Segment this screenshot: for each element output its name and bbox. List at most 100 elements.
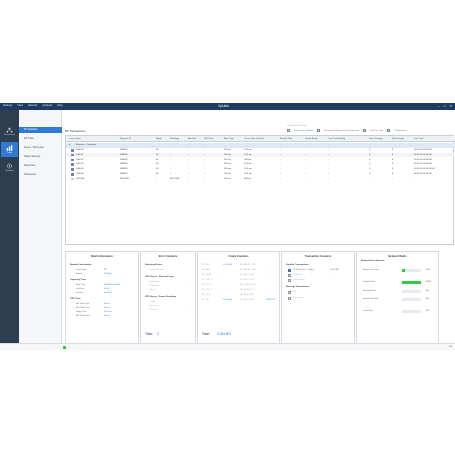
frame-counter-value: 1,262,466 — [223, 299, 232, 301]
frame-counter-value: – — [223, 274, 225, 276]
menu-analysis[interactable]: Analysis — [42, 104, 52, 108]
radio-meter-label: Payload Rate — [363, 281, 376, 283]
variable-icon — [71, 173, 74, 176]
group-toggle-icon[interactable]: ▾ — [69, 143, 70, 148]
subnav-rf-statistics[interactable]: RF Statistics — [19, 127, 62, 133]
menu-help[interactable]: Help — [57, 104, 62, 108]
row-data-changes: – — [369, 177, 371, 180]
col-last-time[interactable]: Last Time — [414, 136, 423, 142]
variable-icon — [71, 149, 74, 152]
menu-network[interactable]: Network — [28, 104, 38, 108]
nav-transceivers[interactable]: Transceivers — [1, 124, 18, 139]
maximize-button[interactable]: □ — [444, 104, 446, 108]
radio-meter-label: Timer Rate — [363, 310, 373, 312]
col-partial-reply[interactable]: Partial Reply — [305, 136, 317, 142]
variable-icon — [71, 158, 74, 162]
message-transactions-heading: Message Transactions — [286, 286, 310, 288]
process-time-checkbox[interactable] — [363, 129, 367, 132]
timeout-label: Time Out — [149, 309, 158, 311]
pv-reference-checkbox[interactable] — [288, 268, 291, 272]
checksum-label: Checksum — [149, 305, 159, 307]
performance-label: Performance — [394, 129, 407, 132]
critical-read-checkbox[interactable] — [288, 278, 291, 282]
frame-counter-name: RF_TGL_2 — [202, 284, 212, 286]
network-radio-title: Network Radio — [388, 255, 407, 258]
error-counters-panel: Error Counters Detecting Errors Interfer… — [140, 251, 196, 344]
col-transaction[interactable]: Transaction — [69, 136, 80, 142]
col-retried-time[interactable]: Retried Time — [280, 136, 292, 142]
frame-counter-name: RF_EXTENT_1 — [240, 289, 254, 291]
error-total-value: 0 — [157, 332, 159, 336]
variable-icon — [71, 177, 74, 181]
row-ack-fail: – — [188, 177, 190, 180]
menu-settings[interactable]: Settings — [3, 104, 12, 108]
min-reply-time-value: 40 ms — [104, 315, 110, 317]
pv-reference-label: PV Reference + Output — [293, 269, 314, 271]
length-label: Length — [149, 301, 156, 303]
transaction-validity-label: Transaction Validity — [294, 129, 313, 132]
frame-counter-name: RF_SEQ_ERR2 — [240, 299, 255, 301]
subnav-parameters[interactable]: Parameters — [19, 172, 62, 178]
variable-icon — [71, 153, 74, 157]
desktop-background: Settings View Network Analysis Help VpLa… — [0, 0, 455, 455]
nav-traffic-label: Traffic — [6, 151, 13, 154]
timeout-value: – — [185, 309, 187, 311]
col-data-length[interactable]: Data Length — [392, 136, 404, 142]
frame-counter-name: RF_SEQ_ERR — [240, 294, 254, 296]
col-ack-fail[interactable]: Ack-Fail — [188, 136, 196, 142]
col-crc-fail[interactable]: CRC Fail — [204, 136, 213, 142]
speed-label: Speed — [76, 273, 82, 275]
duration-label: Duration — [76, 292, 84, 294]
radio-meter-bar — [402, 289, 421, 293]
col-reply[interactable]: Reply — [156, 136, 162, 142]
subnav-resources[interactable]: Resources — [19, 163, 62, 169]
pv-reference-value: 1,262,466 — [330, 269, 339, 271]
sca-read-checkbox[interactable] — [288, 273, 291, 277]
connection-status-icon — [63, 346, 66, 349]
minimize-button[interactable]: – — [438, 104, 440, 108]
frame-counter-value: – — [266, 264, 268, 266]
subnav-station-enquiry[interactable]: Station Enquiry — [19, 154, 62, 160]
idle-checkbox[interactable] — [288, 290, 291, 294]
last-receive-link[interactable]: Last Receive on Wire — [287, 125, 307, 127]
variable-transactions-heading: Variable Transactions — [286, 264, 309, 266]
col-no-reply[interactable]: No-Reply — [170, 136, 179, 142]
min-reply-time-label: Min Reply Time — [76, 315, 90, 317]
table-row[interactable]: Vol7D0X 4PF77B7 – 4PF77B6 – – 118 ms 368 ms – – – –… — [66, 177, 455, 182]
radio-meter-bar — [402, 280, 421, 284]
row-request-id: 4PF77B7 — [120, 177, 130, 180]
group-label: Ethernet – Overview — [76, 144, 96, 146]
radio-meter-percent: 15% — [426, 269, 431, 271]
subnav-async[interactable]: Async - Show plus — [19, 145, 62, 151]
col-data-changes[interactable]: Data Changes — [369, 136, 383, 142]
row-reply: – — [156, 177, 158, 180]
section-title: RF Transactions — [65, 129, 86, 133]
col-last-partial-reply[interactable]: Last Partial Reply — [328, 136, 345, 142]
frame-counter-name: RF_FREE_BUFS — [240, 284, 256, 286]
application-window: Settings View Network Analysis Help VpLa… — [0, 103, 455, 350]
table-group-row[interactable]: ▾ Ethernet – Overview — [66, 143, 455, 148]
respond-request-checkbox[interactable] — [316, 129, 320, 132]
capturing-time-heading: Capturing Time — [70, 279, 87, 281]
transaction-validity-checkbox[interactable] — [287, 129, 290, 132]
transaction-counters-panel: Transaction Counters Variable Transactio… — [281, 251, 355, 344]
nav-traffic[interactable]: Traffic — [1, 142, 18, 157]
frame-counter-name: RF_SLOT — [202, 294, 212, 296]
title-bar: Settings View Network Analysis Help VpLa… — [0, 103, 455, 110]
frame-counter-name: RF_TGL_1 — [202, 279, 212, 281]
network-information-heading: Network Information — [70, 264, 92, 266]
col-duration[interactable]: Transaction Duration — [244, 136, 264, 142]
frame-total-value: 9,383,807 — [217, 332, 232, 336]
col-request-id[interactable]: Request ID — [120, 136, 131, 142]
subnav-rf-trace[interactable]: RF Trace — [19, 136, 62, 142]
checksum-value: – — [185, 305, 187, 307]
close-button[interactable]: ✕ — [449, 104, 452, 108]
variable-icon — [71, 163, 74, 166]
nav-operators[interactable]: Operators — [1, 160, 18, 175]
col-max-time[interactable]: Max Time — [224, 136, 233, 142]
recovered-checkbox[interactable] — [288, 296, 291, 300]
menu-view[interactable]: View — [17, 104, 23, 108]
power-type-value: RF — [104, 269, 107, 271]
performance-checkbox[interactable] — [387, 129, 391, 132]
crc-time-heading: CRC Time — [70, 298, 81, 300]
